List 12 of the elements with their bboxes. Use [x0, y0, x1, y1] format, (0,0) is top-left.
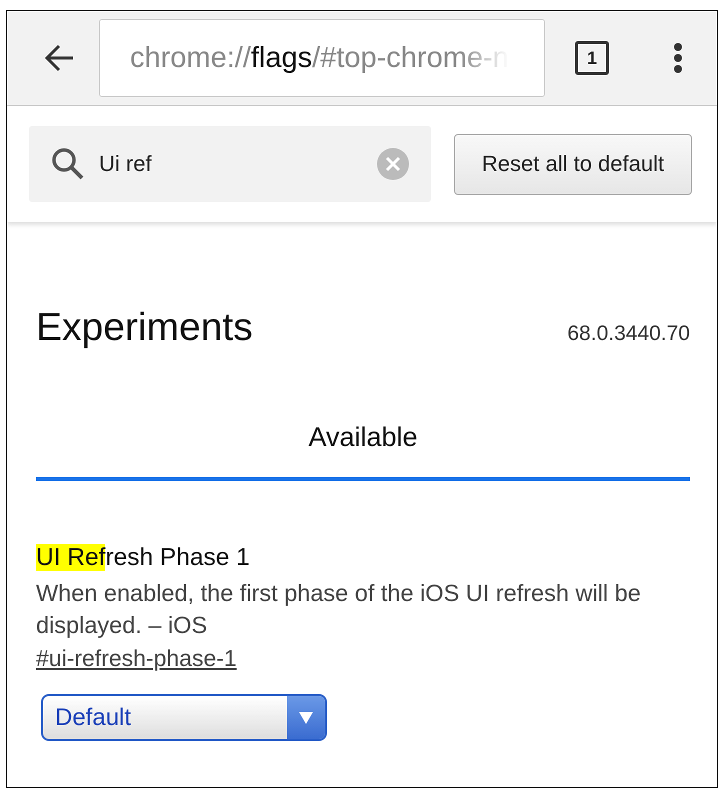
page-title: Experiments: [36, 306, 253, 350]
tab[interactable]: Available: [36, 422, 690, 481]
version-text: 68.0.3440.70: [567, 322, 690, 346]
flag-link[interactable]: #ui-refresh-phase-1: [36, 645, 237, 672]
option-dropdown[interactable]: Default: [41, 694, 327, 741]
tab-count-button[interactable]: 1: [575, 41, 609, 75]
search-icon: [51, 147, 85, 181]
search-field[interactable]: Ui ref: [29, 126, 431, 202]
reset-button[interactable]: Reset all to default: [454, 134, 692, 194]
menu-icon[interactable]: [673, 42, 683, 74]
caret-icon: [287, 696, 325, 739]
flag-description: When enabled, the first phase of the iOS UI refresh will be displayed. – iOS: [36, 579, 642, 640]
